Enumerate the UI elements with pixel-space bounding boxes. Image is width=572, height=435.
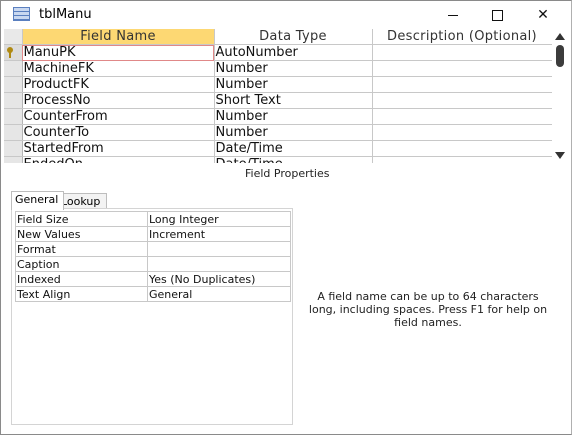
table-design-window: tblManu ✕ Field Name Data Type Descripti… [0,0,572,435]
property-name: New Values [15,226,148,242]
data-type-cell[interactable]: Number [214,76,373,93]
property-row[interactable]: New Values Increment [15,226,291,242]
description-cell[interactable] [372,108,552,125]
description-cell[interactable] [372,124,552,141]
row-selector[interactable] [4,108,23,125]
row-selector[interactable] [4,156,23,163]
property-row[interactable]: Caption [15,256,291,272]
window-title: tblManu [39,7,92,22]
grid-scrollbar[interactable] [552,29,569,163]
field-name-cell[interactable]: MachineFK [22,60,215,77]
field-row[interactable]: EndedOnDate/Time [4,156,552,163]
description-cell[interactable] [372,76,552,93]
description-cell[interactable] [372,44,552,61]
property-value[interactable] [147,241,291,257]
data-type-cell[interactable]: Number [214,108,373,125]
column-header-description[interactable]: Description (Optional) [372,29,552,45]
title-bar[interactable]: tblManu ✕ [1,1,571,29]
field-row[interactable]: StartedFrom Date/Time [4,140,552,157]
close-icon: ✕ [537,7,549,23]
row-selector[interactable] [4,60,23,77]
description-cell[interactable] [372,140,552,157]
grid-select-all[interactable] [4,29,23,45]
property-name: Field Size [15,211,148,227]
field-row[interactable]: ManuPK AutoNumber [4,44,552,61]
field-row[interactable]: ProcessNo Short Text [4,92,552,109]
property-row[interactable]: Format [15,241,291,257]
description-cell[interactable] [372,60,552,77]
tab-general[interactable]: General [11,191,64,210]
field-properties-label: Field Properties [245,167,330,180]
maximize-button[interactable] [475,1,519,29]
data-type-cell[interactable]: Number [214,124,373,141]
field-name-cell[interactable]: CounterFrom [22,108,215,125]
table-icon [13,7,30,21]
field-properties-panel: Field Size Long Integer New Values Incremen… [11,208,293,425]
row-selector[interactable] [4,124,23,141]
data-type-cell[interactable]: Date/Time [214,140,373,157]
description-cell[interactable] [372,156,552,163]
field-design-grid: Field Name Data Type Description (Option… [4,29,552,163]
row-selector[interactable] [4,140,23,157]
field-row[interactable]: CounterFrom Number [4,108,552,125]
maximize-icon [491,9,503,21]
property-row[interactable]: Indexed Yes (No Duplicates) [15,271,291,287]
row-selector[interactable] [4,44,23,61]
help-text: A field name can be up to 64 characters … [308,290,548,329]
scroll-up-icon[interactable] [555,33,565,40]
property-name: Text Align [15,286,148,302]
property-value[interactable]: General [147,286,291,302]
field-row[interactable]: ProductFK Number [4,76,552,93]
field-name-cell[interactable]: ProductFK [22,76,215,93]
data-type-cell[interactable]: Short Text [214,92,373,109]
data-type-cell[interactable]: Date/Time [214,156,373,163]
property-value[interactable] [147,256,291,272]
field-name-cell[interactable]: CounterTo [22,124,215,141]
column-header-data-type[interactable]: Data Type [214,29,373,45]
property-value[interactable]: Increment [147,226,291,242]
field-name-cell[interactable]: StartedFrom [22,140,215,157]
description-cell[interactable] [372,92,552,109]
property-row[interactable]: Text Align General [15,286,291,302]
minimize-icon [448,14,458,16]
data-type-cell[interactable]: AutoNumber [214,44,373,61]
primary-key-icon [7,47,14,58]
property-value[interactable]: Long Integer [147,211,291,227]
scroll-down-icon[interactable] [555,152,565,159]
column-header-field-name[interactable]: Field Name [22,29,215,45]
scroll-thumb[interactable] [556,45,564,67]
field-row[interactable]: MachineFK Number [4,60,552,77]
field-name-cell[interactable]: ManuPK [22,44,215,61]
property-value[interactable]: Yes (No Duplicates) [147,271,291,287]
minimize-button[interactable] [431,1,475,29]
tab-lookup[interactable]: Lookup [57,193,107,209]
property-name: Format [15,241,148,257]
row-selector[interactable] [4,76,23,93]
property-name: Indexed [15,271,148,287]
data-type-cell[interactable]: Number [214,60,373,77]
property-row[interactable]: Field Size Long Integer [15,211,291,227]
field-name-cell[interactable]: ProcessNo [22,92,215,109]
row-selector[interactable] [4,92,23,109]
property-name: Caption [15,256,148,272]
close-button[interactable]: ✕ [521,1,565,29]
field-name-cell[interactable]: EndedOn [22,156,215,163]
field-row[interactable]: CounterTo Number [4,124,552,141]
